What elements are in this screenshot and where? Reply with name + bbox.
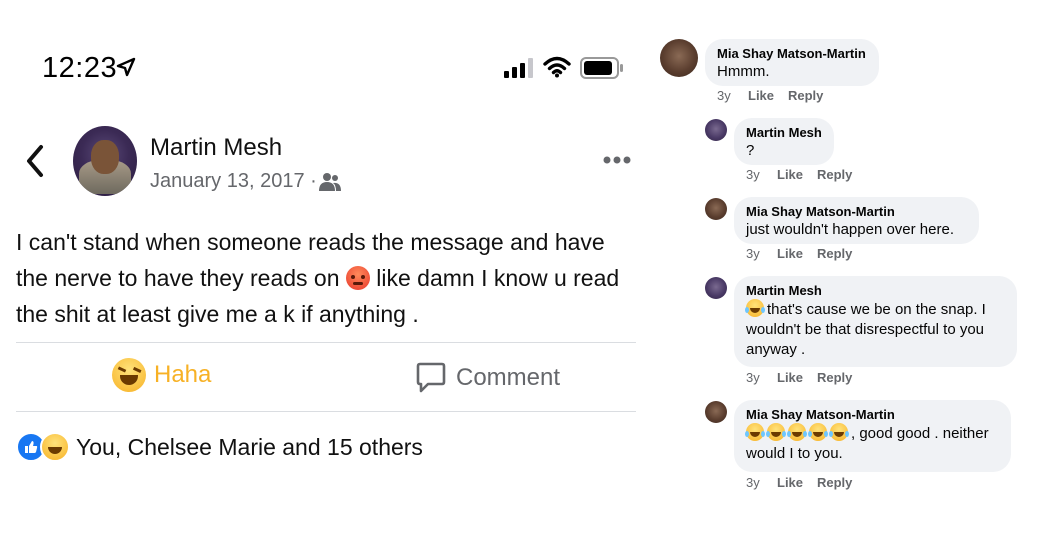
comment-time: 3y: [746, 246, 760, 261]
commenter-avatar[interactable]: [705, 119, 727, 141]
haha-label: Haha: [154, 361, 212, 388]
comment-bubble: Martin Mesh ?: [734, 118, 834, 165]
comment-text: just wouldn't happen over here.: [746, 221, 955, 238]
comment-bubble-icon: [416, 362, 446, 393]
haha-face-icon: [112, 358, 146, 392]
comment-reply-button[interactable]: Reply: [817, 246, 852, 261]
wifi-icon: [543, 56, 571, 78]
comment-author[interactable]: Mia Shay Matson-Martin: [717, 45, 867, 62]
commenter-avatar[interactable]: [705, 401, 727, 423]
post-body: I can't stand when someone reads the mes…: [16, 224, 636, 332]
laughing-face-icon: [787, 423, 806, 441]
laughing-face-icon: [766, 423, 785, 441]
comment-meta: 3y Like Reply: [746, 246, 852, 261]
comment-author[interactable]: Mia Shay Matson-Martin: [746, 406, 999, 423]
more-options-icon[interactable]: [603, 153, 631, 167]
comment-author[interactable]: Martin Mesh: [746, 124, 822, 141]
commenter-avatar[interactable]: [660, 39, 698, 77]
post-date: January 13, 2017 ·: [150, 170, 317, 192]
comment-meta: 3y Like Reply: [746, 475, 852, 490]
comment-meta: 3y Like Reply: [746, 370, 852, 385]
comment-reply-button[interactable]: Reply: [817, 370, 852, 385]
comment-meta: 3y Like Reply: [746, 167, 852, 182]
divider: [16, 342, 636, 343]
comment-author[interactable]: Martin Mesh: [746, 282, 1005, 299]
divider: [16, 411, 636, 412]
friends-audience-icon: [319, 173, 341, 191]
haha-reaction-button[interactable]: Haha: [112, 358, 211, 392]
angry-face-icon: [345, 266, 370, 290]
comment-time: 3y: [746, 167, 760, 182]
cellular-signal-icon: [504, 58, 533, 78]
laughing-face-icon: [808, 423, 827, 441]
location-arrow-icon: [116, 57, 136, 77]
comment-time: 3y: [746, 475, 760, 490]
haha-reaction-icon: [40, 432, 70, 462]
commenter-avatar[interactable]: [705, 198, 727, 220]
reactions-summary[interactable]: You, Chelsee Marie and 15 others: [16, 432, 423, 462]
comment-text-line: that's cause we be on the snap. I wouldn…: [745, 299, 1005, 360]
comment-bubble: Mia Shay Matson-Martin , good good . nei…: [734, 400, 1011, 472]
comment-author[interactable]: Mia Shay Matson-Martin: [746, 203, 967, 220]
laughing-face-icon: [745, 423, 764, 441]
comment-like-button[interactable]: Like: [777, 370, 817, 385]
comment-label: Comment: [456, 364, 561, 391]
back-chevron-icon[interactable]: [24, 144, 46, 178]
laughing-face-icon: [745, 299, 764, 317]
comment-like-button[interactable]: Like: [777, 475, 817, 490]
comment-bubble: Mia Shay Matson-Martin just wouldn't hap…: [734, 197, 979, 244]
comment-like-button[interactable]: Like: [748, 88, 788, 103]
comment-text: ?: [746, 142, 755, 159]
comment-reply-button[interactable]: Reply: [817, 475, 852, 490]
battery-icon: [580, 57, 623, 79]
comment-time: 3y: [746, 370, 760, 385]
comment-reply-button[interactable]: Reply: [817, 167, 852, 182]
laughing-face-icon: [829, 423, 848, 441]
comment-text: that's cause we be on the snap. I wouldn…: [746, 301, 986, 358]
post-author-name[interactable]: Martin Mesh: [150, 134, 282, 162]
comment-text-line: , good good . neither would I to you.: [745, 423, 999, 464]
comment-bubble: Mia Shay Matson-Martin Hmmm.: [705, 39, 879, 86]
author-avatar[interactable]: [73, 126, 137, 196]
comment-like-button[interactable]: Like: [777, 167, 817, 182]
comment-bubble: Martin Mesh that's cause we be on the sn…: [734, 276, 1017, 367]
status-time: 12:23: [42, 52, 118, 84]
comment-meta: 3y Like Reply: [717, 88, 823, 103]
comment-like-button[interactable]: Like: [777, 246, 817, 261]
comment-time: 3y: [717, 88, 731, 103]
comment-button[interactable]: Comment: [416, 362, 560, 394]
commenter-avatar[interactable]: [705, 277, 727, 299]
reactions-label: You, Chelsee Marie and 15 others: [76, 433, 423, 460]
comment-reply-button[interactable]: Reply: [788, 88, 823, 103]
comment-text: Hmmm.: [717, 63, 770, 80]
